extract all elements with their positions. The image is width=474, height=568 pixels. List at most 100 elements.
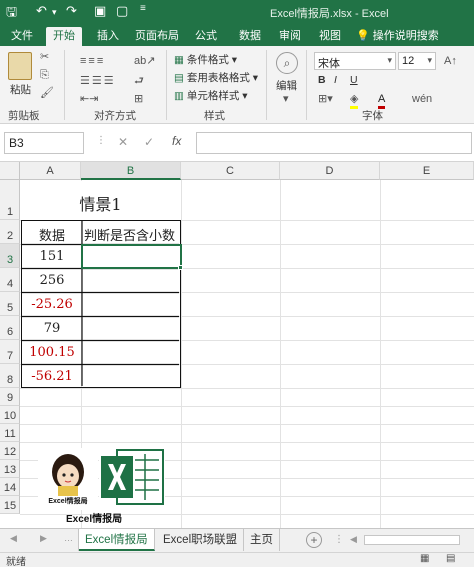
worksheet-grid[interactable]: A B C D E 1 2 3 4 5 6 7 8 9 10 11 12 13 … <box>0 162 474 528</box>
tab-review[interactable]: 审阅 <box>272 27 308 46</box>
sheet-tab-excel-info[interactable]: Excel情报局 <box>79 529 155 551</box>
data-cell[interactable]: -56.21 <box>22 369 82 384</box>
paste-label[interactable]: 粘贴 <box>10 82 31 97</box>
top-align-icon[interactable]: ≡≡≡ <box>80 54 105 68</box>
copy-icon[interactable]: ⎘ <box>40 68 49 82</box>
row-header[interactable]: 2 <box>0 220 20 244</box>
conditional-formatting-label: 条件格式 <box>186 54 229 66</box>
fill-color-icon[interactable]: ◈ <box>350 92 359 109</box>
row-header[interactable]: 1 <box>0 180 20 220</box>
formula-input[interactable] <box>196 132 472 154</box>
page-layout-view-icon[interactable]: ▤ <box>446 553 455 564</box>
chevron-down-icon[interactable]: ▾ <box>283 92 289 106</box>
divider-handle[interactable]: ⋮ <box>334 534 344 545</box>
name-box-value: B3 <box>9 136 24 150</box>
row-header[interactable]: 5 <box>0 292 20 316</box>
customize-qat-icon[interactable]: ≡ <box>140 3 146 14</box>
italic-button[interactable]: I <box>334 74 337 86</box>
print-preview-icon[interactable]: ▣ <box>94 3 106 19</box>
table-title: 情景1 <box>79 195 122 214</box>
font-size-select[interactable]: 12 ▾ <box>398 52 436 70</box>
wrap-text-icon[interactable]: ⮐ <box>134 74 144 88</box>
name-box[interactable]: B3 <box>4 132 84 154</box>
row-header[interactable]: 15 <box>0 496 20 514</box>
row-header[interactable]: 10 <box>0 406 20 424</box>
cancel-icon[interactable]: ✕ <box>118 135 128 149</box>
data-cell[interactable]: 100.15 <box>22 345 82 360</box>
table-icon: ▤ <box>174 72 184 84</box>
open-icon[interactable]: ▢ <box>116 3 128 19</box>
tab-file[interactable]: 文件 <box>4 27 40 46</box>
header-data[interactable]: 数据 <box>22 225 82 244</box>
row-header[interactable]: 3 <box>0 244 20 268</box>
data-cell[interactable]: 256 <box>22 273 82 288</box>
row-header[interactable]: 7 <box>0 340 20 364</box>
enter-icon[interactable]: ✓ <box>144 135 154 149</box>
font-name-select[interactable]: 宋体 ▾ <box>314 52 396 70</box>
cell-styles-button[interactable]: ▥ 单元格样式 ▾ <box>174 88 248 103</box>
undo-dropdown-icon[interactable]: ▾ <box>52 7 57 18</box>
select-all-corner[interactable] <box>0 162 20 180</box>
redo-icon[interactable]: ↷ <box>66 3 77 19</box>
row-header[interactable]: 12 <box>0 442 20 460</box>
sheet-tab-home[interactable]: 主页 <box>244 529 280 551</box>
column-header-b[interactable]: B <box>81 162 181 180</box>
add-sheet-icon[interactable]: + <box>306 532 322 548</box>
row-header[interactable]: 11 <box>0 424 20 442</box>
conditional-formatting-icon: ▦ <box>174 54 184 66</box>
tell-me-search[interactable]: 💡 操作说明搜索 <box>352 27 446 46</box>
paste-icon[interactable] <box>8 52 32 80</box>
row-header[interactable]: 6 <box>0 316 20 340</box>
group-separator <box>166 50 167 120</box>
indent-icon[interactable]: ⇤⇥ <box>80 92 98 106</box>
column-header-e[interactable]: E <box>380 162 474 180</box>
borders-icon[interactable]: ⊞▾ <box>318 92 333 106</box>
bold-button[interactable]: B <box>318 74 326 86</box>
data-cell[interactable]: -25.26 <box>22 297 82 312</box>
format-painter-icon[interactable]: 🖌 <box>40 86 54 100</box>
normal-view-icon[interactable]: ▦ <box>420 553 429 564</box>
tab-data[interactable]: 数据 <box>232 27 268 46</box>
merge-center-icon[interactable]: ⊞ <box>134 92 143 106</box>
tab-formulas[interactable]: 公式 <box>188 27 224 46</box>
tab-home[interactable]: 开始 <box>46 27 82 46</box>
column-header-a[interactable]: A <box>20 162 81 180</box>
insert-function-icon[interactable]: fx <box>172 134 181 148</box>
search-icon[interactable]: ⌕ <box>276 52 298 74</box>
title-merged-cell[interactable]: 情景1 <box>21 181 180 220</box>
row-header[interactable]: 8 <box>0 364 20 388</box>
data-cell[interactable]: 151 <box>22 249 82 264</box>
underline-button[interactable]: U <box>350 74 358 86</box>
lightbulb-icon: 💡 <box>356 30 370 42</box>
selected-cell-b3[interactable] <box>81 244 182 269</box>
undo-icon[interactable]: ↶ <box>36 3 47 19</box>
sheet-tab-workplace[interactable]: Excel职场联盟 <box>157 529 245 551</box>
row-header[interactable]: 14 <box>0 478 20 496</box>
phonetic-icon[interactable]: wén <box>412 92 432 106</box>
column-header-d[interactable]: D <box>280 162 380 180</box>
fill-handle[interactable] <box>178 265 183 270</box>
tab-view[interactable]: 视图 <box>312 27 348 46</box>
data-cell[interactable]: 79 <box>22 321 82 336</box>
font-color-icon[interactable]: A <box>378 92 386 109</box>
editing-label[interactable]: 编辑 <box>276 78 297 93</box>
align-left-icon[interactable]: ☰☰☰ <box>80 74 116 88</box>
more-sheets-icon[interactable]: … <box>64 533 73 543</box>
horizontal-scrollbar[interactable] <box>364 535 460 545</box>
cut-icon[interactable]: ✂ <box>40 50 49 64</box>
header-is-decimal[interactable]: 判断是否含小数 <box>84 225 175 244</box>
increase-font-icon[interactable]: A↑ <box>444 54 457 68</box>
tab-insert[interactable]: 插入 <box>90 27 126 46</box>
tab-page-layout[interactable]: 页面布局 <box>128 27 186 46</box>
column-header-c[interactable]: C <box>181 162 280 180</box>
scroll-left-icon[interactable]: ◀ <box>10 533 17 544</box>
save-icon[interactable]: 🖫 <box>6 3 17 25</box>
row-header[interactable]: 13 <box>0 460 20 478</box>
scroll-right-icon[interactable]: ▶ <box>40 533 47 544</box>
format-as-table-button[interactable]: ▤ 套用表格格式 ▾ <box>174 70 258 85</box>
orientation-icon[interactable]: ab↗ <box>134 54 155 68</box>
row-header[interactable]: 4 <box>0 268 20 292</box>
hscroll-left-icon[interactable]: ◀ <box>350 534 357 545</box>
row-header[interactable]: 9 <box>0 388 20 406</box>
conditional-formatting-button[interactable]: ▦ 条件格式 ▾ <box>174 52 237 67</box>
